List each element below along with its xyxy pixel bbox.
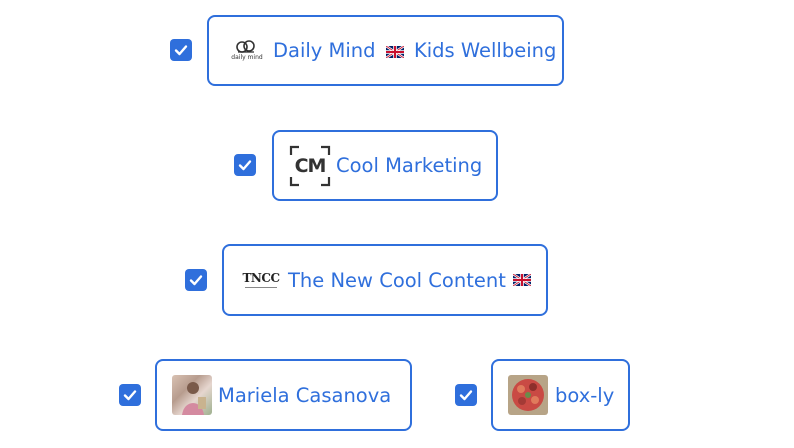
uk-flag-icon bbox=[385, 45, 404, 58]
checkbox-checked-icon[interactable] bbox=[455, 384, 477, 406]
account-chip-mariela-casanova[interactable]: Mariela Casanova bbox=[155, 359, 412, 431]
account-name-daily-mind: Daily Mind Kids Wellbeing bbox=[273, 39, 556, 62]
daily-mind-logo-text: daily mind bbox=[231, 54, 263, 61]
account-name-cool-marketing: Cool Marketing bbox=[336, 154, 483, 177]
tncc-logo-icon: TNCC bbox=[240, 269, 282, 291]
cm-logo-icon: CM bbox=[289, 145, 331, 187]
profile-photo-icon bbox=[172, 375, 212, 415]
uk-flag-icon bbox=[512, 274, 531, 286]
account-name-box-ly: box-ly bbox=[555, 383, 615, 407]
checkbox-mariela-casanova[interactable] bbox=[119, 384, 141, 406]
cm-logo-text: CM bbox=[294, 154, 327, 177]
checkbox-new-cool-content[interactable] bbox=[185, 269, 207, 291]
checkbox-checked-icon[interactable] bbox=[170, 39, 192, 61]
checkbox-daily-mind[interactable] bbox=[170, 39, 192, 61]
account-name-part-2: Kids Wellbeing bbox=[413, 39, 557, 62]
account-name-new-cool-content: The New Cool Content bbox=[288, 268, 506, 292]
account-name-mariela-casanova: Mariela Casanova bbox=[218, 383, 392, 407]
daily-mind-logo-icon: daily mind bbox=[227, 36, 267, 66]
tncc-logo-text: TNCC bbox=[242, 271, 281, 285]
food-photo-icon bbox=[508, 375, 548, 415]
account-chip-new-cool-content[interactable]: TNCC The New Cool Content bbox=[222, 244, 548, 316]
account-name-part-1: Daily Mind bbox=[273, 39, 376, 62]
checkbox-cool-marketing[interactable] bbox=[234, 154, 256, 176]
account-chip-box-ly[interactable]: box-ly bbox=[491, 359, 630, 431]
checkbox-checked-icon[interactable] bbox=[185, 269, 207, 291]
checkbox-checked-icon[interactable] bbox=[234, 154, 256, 176]
account-chip-cool-marketing[interactable]: CM Cool Marketing bbox=[272, 130, 498, 201]
checkbox-box-ly[interactable] bbox=[455, 384, 477, 406]
account-chip-daily-mind[interactable]: daily mind Daily Mind Kids Wellbeing bbox=[207, 15, 564, 86]
checkbox-checked-icon[interactable] bbox=[119, 384, 141, 406]
